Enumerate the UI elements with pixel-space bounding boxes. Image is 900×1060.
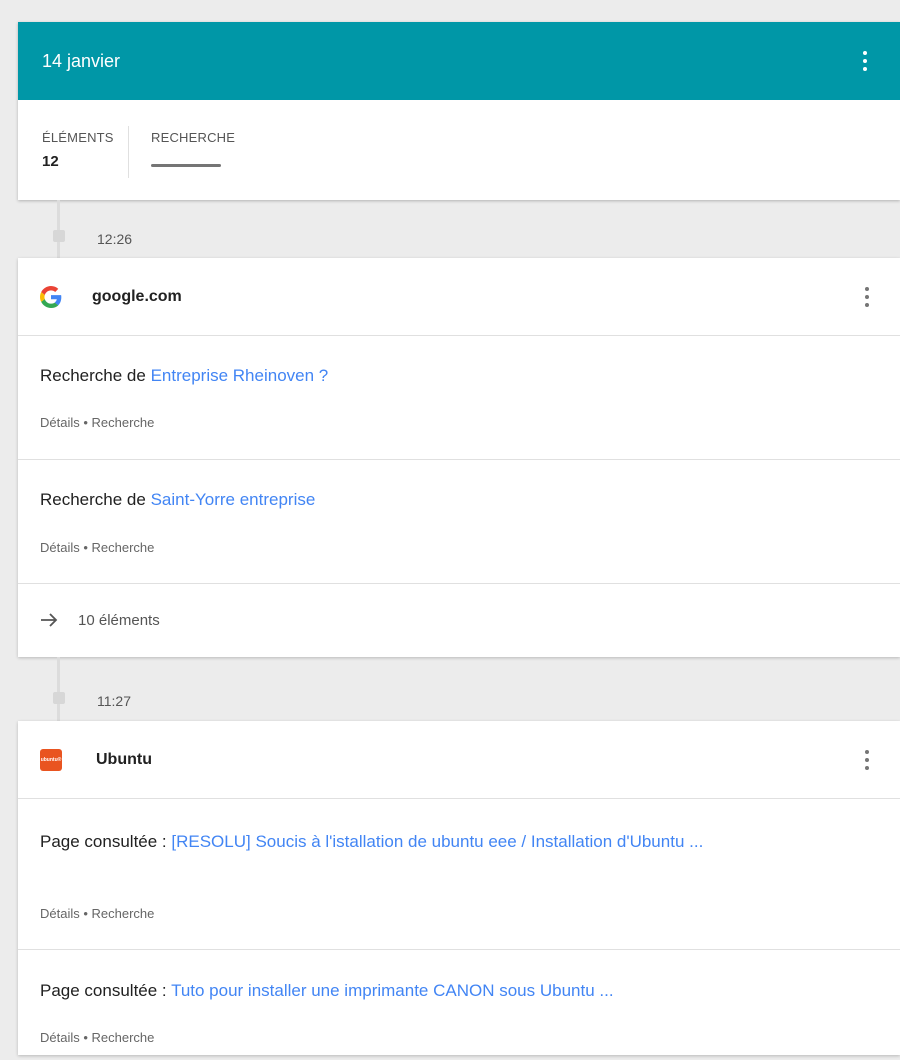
arrow-right-icon — [41, 613, 58, 627]
more-items-label: 10 éléments — [78, 611, 160, 629]
item-title: Page consultée : Tuto pour installer une… — [40, 950, 878, 1004]
item-prefix: Recherche de — [40, 490, 151, 509]
item-prefix: Page consultée : — [40, 832, 172, 851]
timeline-line — [57, 657, 60, 721]
day-header-card: 14 janvier ÉLÉMENTS 12 RECHERCHE — [18, 22, 900, 200]
item-meta[interactable]: Détails • Recherche — [40, 415, 154, 430]
item-meta[interactable]: Détails • Recherche — [40, 906, 154, 921]
item-title: Page consultée : [RESOLU] Soucis à l'ist… — [40, 799, 878, 855]
item-link[interactable]: Tuto pour installer une imprimante CANON… — [171, 981, 614, 1000]
item-meta[interactable]: Détails • Recherche — [40, 1030, 154, 1045]
timeline-line — [57, 200, 60, 258]
item-prefix: Page consultée : — [40, 981, 172, 1000]
card-header: google.com — [18, 258, 900, 336]
ubuntu-logo-icon: ubuntu® — [40, 748, 62, 771]
more-vert-icon[interactable] — [856, 745, 878, 775]
stats-row: ÉLÉMENTS 12 RECHERCHE — [18, 100, 900, 200]
elements-label: ÉLÉMENTS — [42, 130, 114, 145]
time-label: 12:26 — [97, 231, 133, 247]
google-g-icon — [40, 285, 62, 308]
site-name[interactable]: google.com — [92, 288, 182, 306]
item-title: Recherche de Entreprise Rheinoven ? — [40, 336, 878, 389]
date-title: 14 janvier — [42, 50, 121, 71]
item-link[interactable]: Entreprise Rheinoven ? — [151, 366, 329, 385]
site-card-google: google.com Recherche de Entreprise Rhein… — [18, 258, 900, 657]
item-meta[interactable]: Détails • Recherche — [40, 540, 154, 555]
time-label: 11:27 — [97, 693, 131, 709]
history-item[interactable]: Recherche de Saint-Yorre entreprise Déta… — [18, 460, 900, 584]
card-header: ubuntu® Ubuntu — [18, 721, 900, 799]
item-link[interactable]: [RESOLU] Soucis à l'istallation de ubunt… — [171, 832, 703, 851]
site-card-ubuntu: ubuntu® Ubuntu Page consultée : [RESOLU]… — [18, 721, 900, 1055]
elements-stat[interactable]: ÉLÉMENTS 12 — [18, 126, 129, 178]
history-item[interactable]: Recherche de Entreprise Rheinoven ? Déta… — [18, 336, 900, 460]
date-bar: 14 janvier — [18, 22, 900, 100]
site-name[interactable]: Ubuntu — [96, 751, 152, 769]
item-title: Recherche de Saint-Yorre entreprise — [40, 460, 878, 513]
search-stat[interactable]: RECHERCHE — [129, 126, 235, 200]
item-prefix: Recherche de — [40, 366, 151, 385]
timeline-dot — [53, 230, 65, 242]
more-vert-icon[interactable] — [854, 46, 876, 76]
item-link[interactable]: Saint-Yorre entreprise — [151, 490, 316, 509]
timeline-dot — [53, 692, 65, 704]
more-items-row[interactable]: 10 éléments — [18, 584, 900, 656]
search-label: RECHERCHE — [151, 130, 236, 145]
elements-count: 12 — [42, 153, 59, 170]
history-item[interactable]: Page consultée : [RESOLU] Soucis à l'ist… — [18, 799, 900, 950]
search-indicator — [151, 164, 221, 167]
more-vert-icon[interactable] — [856, 282, 878, 312]
history-item[interactable]: Page consultée : Tuto pour installer une… — [18, 950, 900, 1060]
